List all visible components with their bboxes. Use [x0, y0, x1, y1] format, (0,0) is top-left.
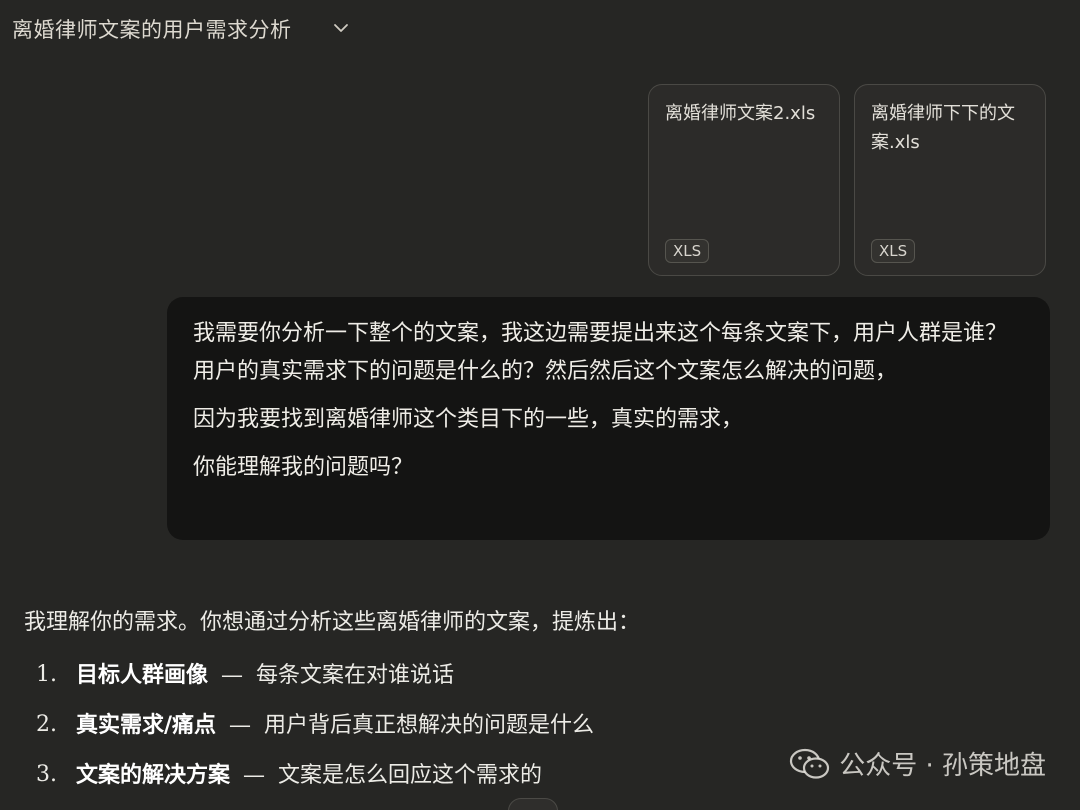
attachment-card[interactable]: 离婚律师文案2.xls XLS [648, 84, 840, 276]
top-bar: 离婚律师文案的用户需求分析 [0, 0, 1080, 58]
user-message: 我需要你分析一下整个的文案，我这边需要提出来这个每条文案下，用户人群是谁？用户的… [167, 297, 1050, 540]
list-item-dash: — [221, 663, 244, 688]
watermark: 公众号 · 孙策地盘 [789, 745, 1046, 782]
list-item: 2. 真实需求/痛点 — 用户背后真正想解决的问题是什么 [24, 708, 1054, 743]
attachment-filename: 离婚律师下下的文案.xls [871, 103, 1015, 153]
chat-page: 离婚律师文案的用户需求分析 离婚律师文案2.xls XLS 离婚律师下下的文案.… [0, 0, 1080, 810]
file-type-badge: XLS [665, 239, 710, 263]
scroll-to-bottom-button[interactable] [508, 798, 558, 810]
wechat-icon [790, 748, 830, 779]
list-item-text: 每条文案在对谁说话 [256, 663, 455, 688]
attachment-card[interactable]: 离婚律师下下的文案.xls XLS [854, 84, 1046, 276]
attachment-filename: 离婚律师文案2.xls [665, 103, 816, 124]
list-number: 2. [36, 712, 57, 737]
user-message-paragraph: 因为我要找到离婚律师这个类目下的一些，真实的需求， [193, 407, 744, 432]
list-item-heading: 文案的解决方案 [76, 762, 231, 788]
file-type-badge: XLS [871, 239, 916, 263]
list-item-dash: — [243, 763, 266, 788]
conversation-title[interactable]: 离婚律师文案的用户需求分析 [12, 14, 292, 44]
list-number: 1. [36, 662, 57, 687]
chevron-down-icon[interactable] [330, 17, 352, 39]
list-item-text: 文案是怎么回应这个需求的 [278, 763, 543, 788]
list-number: 3. [36, 762, 57, 787]
assistant-intro: 我理解你的需求。你想通过分析这些离婚律师的文案，提炼出： [24, 610, 641, 635]
list-item-dash: — [229, 713, 252, 738]
list-item-text: 用户背后真正想解决的问题是什么 [264, 713, 595, 738]
user-message-paragraph: 你能理解我的问题吗？ [193, 455, 414, 480]
list-item: 1. 目标人群画像 — 每条文案在对谁说话 [24, 658, 1054, 693]
list-item-heading: 真实需求/痛点 [76, 712, 217, 738]
list-item-heading: 目标人群画像 [76, 662, 209, 688]
user-message-paragraph: 我需要你分析一下整个的文案，我这边需要提出来这个每条文案下，用户人群是谁？用户的… [193, 321, 1008, 384]
watermark-text: 公众号 · 孙策地盘 [839, 751, 1046, 781]
attachments: 离婚律师文案2.xls XLS 离婚律师下下的文案.xls XLS [648, 84, 1046, 276]
